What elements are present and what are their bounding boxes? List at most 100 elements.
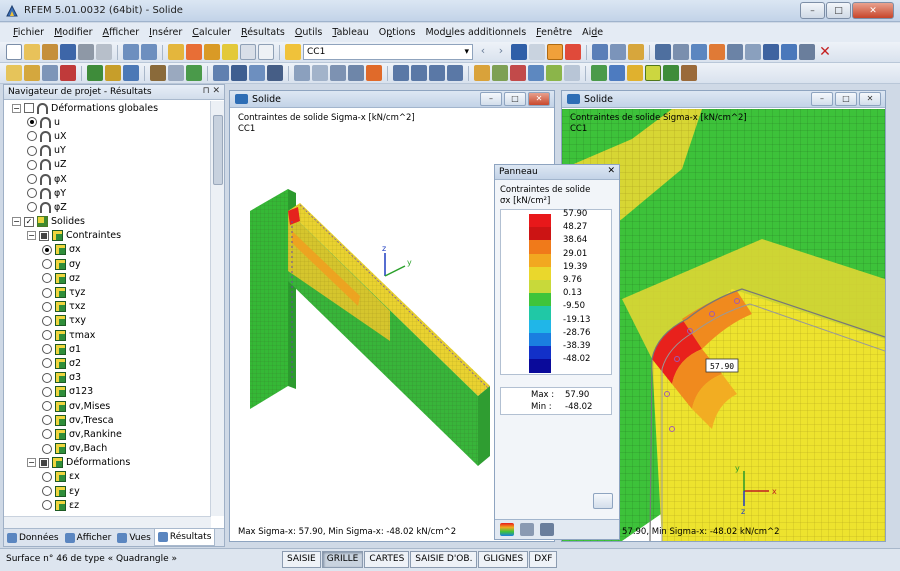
radio-button[interactable]	[42, 330, 52, 341]
undo-icon[interactable]	[123, 44, 139, 60]
window2-close-button[interactable]: ✕	[859, 92, 881, 106]
rotate-icon[interactable]	[781, 44, 797, 60]
radio-button[interactable]	[42, 259, 52, 270]
print-preview-icon[interactable]	[96, 44, 112, 60]
check-icon[interactable]	[591, 65, 607, 81]
stress-icon[interactable]	[663, 65, 679, 81]
navigator-tab[interactable]: Afficher	[62, 529, 115, 546]
redo-icon[interactable]	[141, 44, 157, 60]
tree-item[interactable]: εz	[4, 498, 211, 512]
tree-item[interactable]: uZ	[4, 158, 211, 172]
filter-icon[interactable]	[628, 44, 644, 60]
load-icon[interactable]	[627, 65, 643, 81]
previous-icon[interactable]: ‹	[475, 44, 491, 60]
factors-tab-icon[interactable]	[520, 523, 534, 536]
tree-item[interactable]: τmax	[4, 328, 211, 342]
window1-close-button[interactable]: ✕	[528, 92, 550, 106]
status-toggle-button[interactable]: SAISIE D'OB.	[410, 551, 478, 568]
radio-button[interactable]	[27, 159, 37, 170]
values-icon[interactable]	[529, 44, 545, 60]
coordinate-icon[interactable]	[186, 65, 202, 81]
smooth-icon[interactable]	[528, 65, 544, 81]
render-icon[interactable]	[231, 65, 247, 81]
load-icon[interactable]	[186, 44, 202, 60]
minimize-button[interactable]: –	[800, 2, 825, 19]
shading-icon[interactable]	[267, 65, 283, 81]
tree-item[interactable]: σy	[4, 257, 211, 271]
table-view-icon[interactable]	[258, 44, 274, 60]
tree-item[interactable]: σv,Bach	[4, 442, 211, 456]
model-icon[interactable]	[42, 44, 58, 60]
panel-close-icon[interactable]: ✕	[607, 166, 615, 176]
radio-button[interactable]	[42, 301, 52, 312]
tree-item[interactable]: σv,Mises	[4, 399, 211, 413]
radio-button[interactable]	[42, 415, 52, 426]
grid-icon[interactable]	[655, 44, 671, 60]
window2-restore-button[interactable]: □	[835, 92, 857, 106]
collapse-icon[interactable]: −	[12, 103, 21, 113]
next-icon[interactable]: ›	[493, 44, 509, 60]
transparency-icon[interactable]	[564, 65, 580, 81]
radio-button[interactable]	[27, 145, 37, 156]
section-icon[interactable]	[610, 44, 626, 60]
save-icon[interactable]	[60, 44, 76, 60]
hinge-icon[interactable]	[123, 65, 139, 81]
table-icon[interactable]	[240, 44, 256, 60]
tree-item[interactable]: − Déformations	[4, 456, 211, 470]
panel-settings-button[interactable]	[593, 493, 613, 509]
release-icon[interactable]	[763, 44, 779, 60]
node-icon[interactable]	[691, 44, 707, 60]
radio-button[interactable]	[27, 131, 37, 142]
results-icon[interactable]	[222, 44, 238, 60]
collapse-icon[interactable]: −	[12, 217, 21, 227]
status-toggle-button[interactable]: GRILLE	[321, 551, 364, 568]
checkbox[interactable]	[39, 230, 49, 241]
member-icon[interactable]	[709, 44, 725, 60]
info-icon[interactable]	[609, 65, 625, 81]
radio-button[interactable]	[27, 188, 37, 199]
menu-item[interactable]: Modifier	[49, 27, 97, 38]
menu-item[interactable]: Résultats	[236, 27, 290, 38]
view-z-icon[interactable]	[429, 65, 445, 81]
filter-tab-icon[interactable]	[540, 523, 554, 536]
tree-item[interactable]: σ123	[4, 385, 211, 399]
checkbox[interactable]: ✓	[24, 216, 34, 227]
zoom-icon[interactable]	[294, 65, 310, 81]
color-scale-tab-icon[interactable]	[500, 523, 514, 536]
radio-button[interactable]	[42, 443, 52, 454]
tree-item[interactable]: σ2	[4, 356, 211, 370]
view-icon[interactable]	[213, 65, 229, 81]
measure-icon[interactable]	[60, 65, 76, 81]
view-y-icon[interactable]	[411, 65, 427, 81]
menu-item[interactable]: Options	[374, 27, 421, 38]
radio-button[interactable]	[42, 401, 52, 412]
window2-minimize-button[interactable]: –	[811, 92, 833, 106]
solid-icon[interactable]	[645, 65, 661, 81]
radio-button[interactable]	[42, 429, 52, 440]
tree-item[interactable]: − ✓ Solides	[4, 215, 211, 229]
menu-item[interactable]: Modules additionnels	[420, 27, 531, 38]
radio-button[interactable]	[42, 500, 52, 511]
tree-item[interactable]: τxz	[4, 300, 211, 314]
status-toggle-button[interactable]: DXF	[529, 551, 558, 568]
radio-button[interactable]	[42, 358, 52, 369]
load-case-select[interactable]: CC1 ▾	[303, 44, 473, 60]
radio-button[interactable]	[42, 344, 52, 355]
tree-item[interactable]: u	[4, 115, 211, 129]
cut-icon[interactable]	[510, 65, 526, 81]
frame-icon[interactable]	[150, 65, 166, 81]
window1-minimize-button[interactable]: –	[480, 92, 502, 106]
support-add-icon[interactable]	[105, 65, 121, 81]
navigator-tab[interactable]: Vues	[114, 529, 153, 546]
radio-button[interactable]	[42, 315, 52, 326]
radio-button[interactable]	[27, 117, 37, 128]
tree-item[interactable]: φZ	[4, 200, 211, 214]
collapse-icon[interactable]: −	[27, 231, 36, 241]
tree-item[interactable]: τxy	[4, 314, 211, 328]
menu-item[interactable]: Outils	[290, 27, 327, 38]
menu-item[interactable]: Calculer	[187, 27, 236, 38]
view-x-icon[interactable]	[393, 65, 409, 81]
display-icon[interactable]	[249, 65, 265, 81]
navigator-scrollbar[interactable]	[210, 101, 224, 516]
status-toggle-button[interactable]: SAISIE	[282, 551, 321, 568]
